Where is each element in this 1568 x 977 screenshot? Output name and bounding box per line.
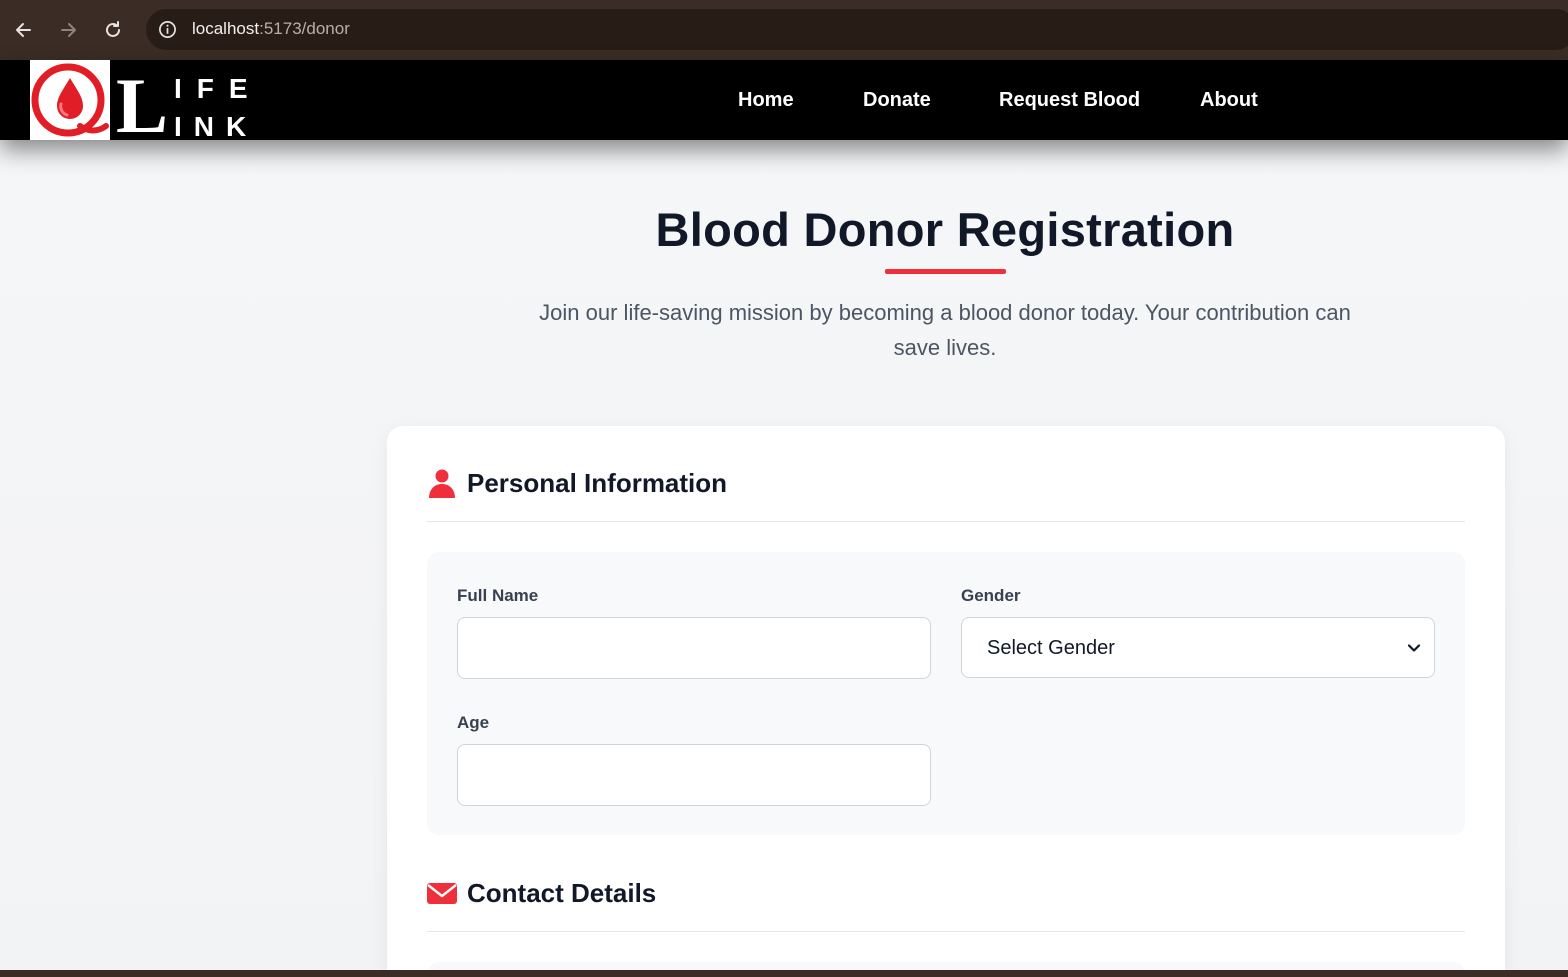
contact-details-title: Contact Details [467,878,657,908]
nav-links: Home Donate Request Blood About [0,89,1568,113]
browser-toolbar: localhost:5173/donor [0,0,1568,60]
personal-info-title: Personal Information [467,468,728,498]
age-input[interactable] [457,744,931,806]
window-bottom-edge [0,970,1568,977]
registration-form-card: Personal Information Full Name Gender Se… [387,426,1505,977]
page-content: Blood Donor Registration Join our life-s… [0,140,1568,977]
user-icon [429,469,455,498]
back-arrow-icon [16,23,31,37]
forward-button[interactable] [52,14,84,46]
gender-selected-value: Select Gender [987,637,1115,659]
site-navbar: L IFE INK Home Donate Request Blood Abou… [0,60,1568,149]
nav-link-about[interactable]: About [1200,89,1258,112]
gender-select[interactable]: Select Gender [961,617,1435,678]
envelope-icon [427,883,457,904]
url-path: :5173/donor [259,19,350,38]
reload-icon [106,21,120,37]
personal-info-fields: Full Name Gender Select Gender Age [427,552,1465,835]
logo-letters-bottom: INK [174,111,258,136]
url-host: localhost [192,19,260,38]
gender-label: Gender [961,586,1021,605]
back-button[interactable] [8,14,40,46]
reload-button[interactable] [97,14,129,46]
full-name-input[interactable] [457,617,931,679]
forward-arrow-icon [61,23,76,37]
page-subtitle: Join our life-saving mission by becoming… [539,300,1351,360]
chevron-down-icon [1407,644,1421,652]
title-underline [885,269,1006,274]
full-name-label: Full Name [457,586,539,605]
nav-link-home[interactable]: Home [738,89,794,112]
address-bar[interactable]: localhost:5173/donor [146,9,1568,50]
contact-details-header: Contact Details [427,876,1465,932]
site-info-icon[interactable] [158,20,177,39]
page-title: Blood Donor Registration [655,203,1235,256]
nav-link-request-blood[interactable]: Request Blood [999,89,1140,112]
nav-link-donate[interactable]: Donate [863,89,931,112]
personal-info-header: Personal Information [427,466,1465,522]
age-label: Age [457,713,490,732]
url-text: localhost:5173/donor [192,19,350,39]
